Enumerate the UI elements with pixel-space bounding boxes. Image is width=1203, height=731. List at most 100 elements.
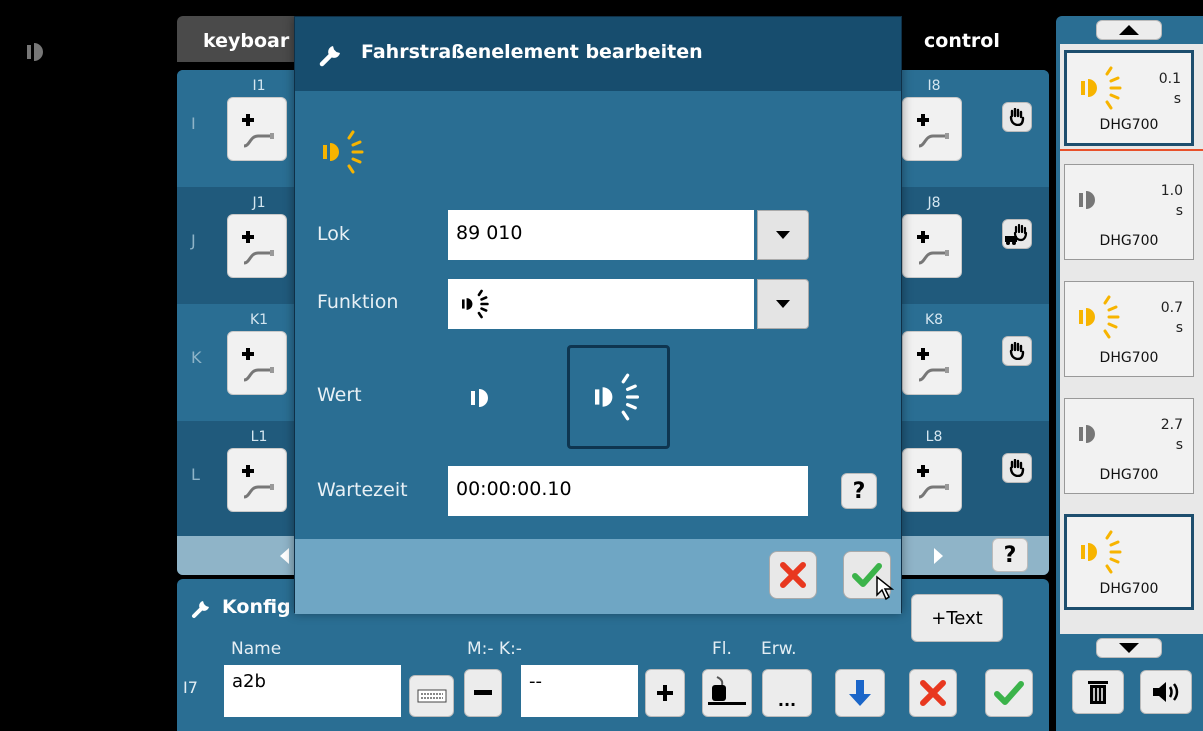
- name-field[interactable]: a2b: [224, 665, 401, 717]
- device-name: DHG700: [1099, 581, 1159, 597]
- decrement-button[interactable]: [464, 669, 502, 717]
- extended-button[interactable]: ...: [762, 669, 812, 717]
- lok-field[interactable]: 89 010: [448, 210, 754, 260]
- chevron-down-icon: [776, 300, 790, 308]
- sequence-item[interactable]: 1.0 s DHG700: [1064, 164, 1194, 260]
- add-track-button[interactable]: [227, 331, 287, 395]
- plus-icon: [657, 685, 673, 701]
- cancel-button[interactable]: [769, 551, 817, 599]
- speaker-icon: [1153, 682, 1179, 702]
- add-track-icon: [917, 465, 949, 499]
- confirm-button[interactable]: [985, 669, 1033, 717]
- cancel-button[interactable]: [909, 669, 957, 717]
- function-button[interactable]: [702, 669, 752, 717]
- name-label: Name: [231, 639, 282, 659]
- add-track-icon: [917, 114, 949, 148]
- add-track-button[interactable]: [227, 214, 287, 278]
- add-track-button[interactable]: [227, 97, 287, 161]
- device-name: DHG700: [1099, 467, 1159, 483]
- time-value: 1.0 s: [1160, 183, 1183, 219]
- keyboard-button[interactable]: [409, 675, 454, 717]
- lok-dropdown-button[interactable]: [757, 210, 809, 260]
- hand-button[interactable]: [1002, 102, 1032, 132]
- sequence-item[interactable]: 0.7 s DHG700: [1064, 281, 1194, 377]
- row-letter: L: [191, 465, 200, 484]
- row-letter: I: [191, 114, 196, 133]
- help-button[interactable]: ?: [992, 538, 1028, 572]
- funktion-label: Funktion: [317, 291, 399, 313]
- insert-marker: [1060, 149, 1203, 151]
- device-name: DHG700: [1099, 233, 1159, 249]
- hand-button[interactable]: [1002, 453, 1032, 483]
- lamp-off-icon: [27, 43, 43, 61]
- lamp-on-icon: [323, 130, 364, 174]
- add-track-button[interactable]: [902, 331, 962, 395]
- wartezeit-label: Wartezeit: [317, 479, 408, 501]
- sequence-list: 0.1 s DHG700 1.0 s DHG700 0.7 s DHG700 2.7 s…: [1060, 44, 1203, 634]
- sequence-item[interactable]: 0.1 s DHG700: [1064, 50, 1194, 146]
- increment-button[interactable]: [645, 669, 685, 717]
- scroll-up-button[interactable]: [1096, 20, 1162, 40]
- tab-keyboard[interactable]: keyboar: [177, 16, 307, 62]
- sequence-item[interactable]: DHG700: [1064, 514, 1194, 610]
- cell-label: K8: [924, 312, 944, 328]
- time-value: 0.7 s: [1160, 300, 1183, 336]
- page-right-icon[interactable]: [932, 546, 946, 566]
- trash-icon: [1088, 681, 1108, 704]
- lamp-on-icon: [462, 289, 489, 319]
- add-text-button[interactable]: +Text: [911, 594, 1003, 642]
- keyboard-icon: [417, 689, 446, 703]
- lamp-off-icon: [1079, 191, 1095, 209]
- add-track-button[interactable]: [902, 214, 962, 278]
- minus-icon: [474, 690, 492, 695]
- lamp-on-icon: [1081, 530, 1122, 574]
- hand-train-button[interactable]: [1002, 219, 1032, 249]
- page-left-icon[interactable]: [277, 546, 291, 566]
- edit-route-element-dialog: Fahrstraßenelement bearbeiten Lok 89 010…: [294, 16, 902, 614]
- row-letter: J: [191, 231, 196, 250]
- funktion-field[interactable]: [448, 279, 754, 329]
- wert-label: Wert: [317, 384, 362, 406]
- cell-label: J8: [927, 195, 941, 211]
- add-track-button[interactable]: [902, 448, 962, 512]
- sequence-item[interactable]: 2.7 s DHG700: [1064, 398, 1194, 494]
- tab-control[interactable]: control: [902, 16, 1052, 62]
- close-icon: [920, 680, 946, 706]
- lamp-on-icon: [595, 373, 640, 421]
- time-value: 0.1 s: [1158, 71, 1181, 107]
- wrench-icon: [192, 601, 209, 618]
- screen: keyboar control I I1 I8 J J1 J8 K K1 K8: [0, 0, 1203, 731]
- add-track-button[interactable]: [227, 448, 287, 512]
- add-track-icon: [242, 348, 274, 382]
- sound-button[interactable]: [1140, 670, 1192, 714]
- funktion-dropdown-button[interactable]: [757, 279, 809, 329]
- dialog-title: Fahrstraßenelement bearbeiten: [361, 41, 703, 63]
- dialog-footer: [295, 539, 901, 614]
- arrow-down-icon: [1119, 643, 1139, 653]
- hand-icon: [1009, 342, 1025, 360]
- cell-label: J1: [252, 195, 266, 211]
- wrench-icon: [319, 46, 340, 67]
- chevron-down-icon: [776, 231, 790, 239]
- device-name: DHG700: [1099, 350, 1159, 366]
- value-on-option[interactable]: [567, 345, 670, 449]
- wartezeit-field[interactable]: 00:00:00.10: [448, 466, 808, 516]
- value-off-option[interactable]: [455, 367, 515, 427]
- scroll-down-button[interactable]: [1096, 638, 1162, 658]
- lamp-off-icon: [471, 389, 488, 407]
- arrow-down-icon: [849, 680, 871, 706]
- device-name: DHG700: [1099, 117, 1159, 133]
- cell-label: L1: [250, 429, 268, 445]
- move-down-button[interactable]: [835, 669, 885, 717]
- hand-button[interactable]: [1002, 336, 1032, 366]
- mk-label: M:- K:-: [467, 639, 522, 659]
- delete-button[interactable]: [1072, 670, 1124, 714]
- dialog-header: Fahrstraßenelement bearbeiten: [295, 17, 901, 91]
- help-button[interactable]: ?: [841, 473, 877, 509]
- add-track-icon: [242, 465, 274, 499]
- address-field[interactable]: --: [521, 665, 638, 717]
- add-track-button[interactable]: [902, 97, 962, 161]
- time-value: 2.7 s: [1160, 417, 1183, 453]
- cursor-icon: [876, 575, 895, 601]
- add-track-icon: [917, 348, 949, 382]
